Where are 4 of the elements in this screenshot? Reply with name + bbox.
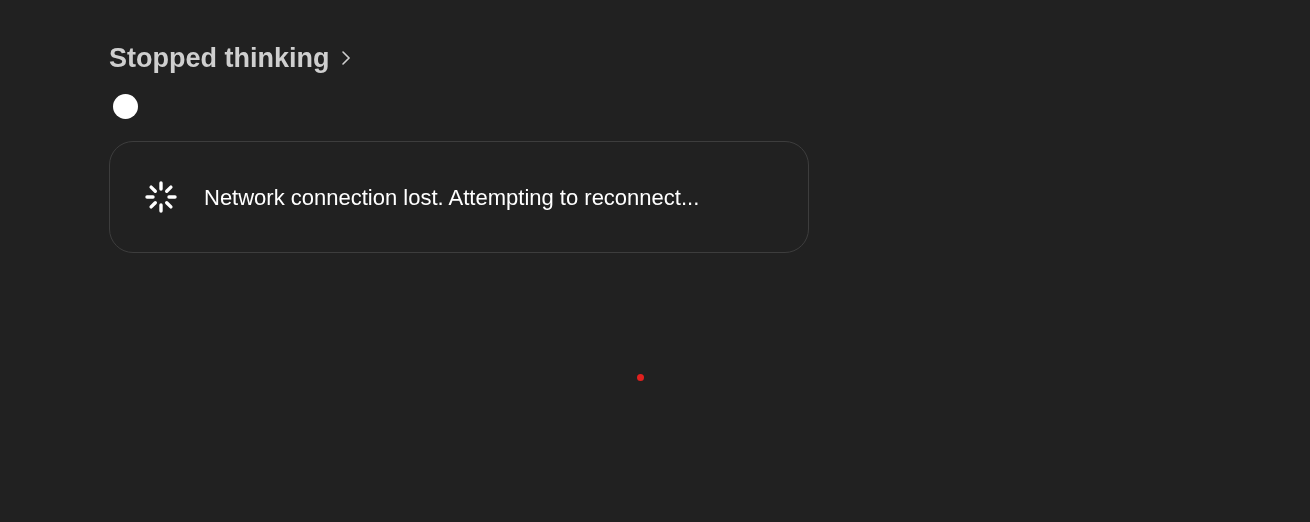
spinner-icon [144,180,178,214]
chevron-icon [341,50,352,66]
thinking-toggle[interactable]: Stopped thinking [109,40,352,76]
status-message: Network connection lost. Attempting to reconnect... [204,183,700,212]
